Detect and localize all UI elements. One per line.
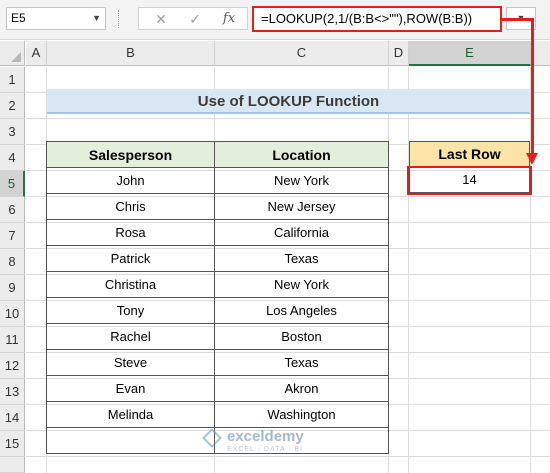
salesperson-cell[interactable] (46, 427, 215, 454)
column-header-d[interactable]: D (389, 41, 409, 66)
row-header-14[interactable]: 14 (0, 405, 25, 431)
column-header-b[interactable]: B (47, 41, 215, 66)
location-cell[interactable]: Los Angeles (214, 297, 389, 324)
active-cell-highlight (407, 166, 532, 195)
column-header-c[interactable]: C (215, 41, 389, 66)
insert-function-icon[interactable]: fx (217, 9, 241, 29)
enter-icon[interactable]: ✓ (183, 9, 207, 29)
location-cell[interactable]: New Jersey (214, 193, 389, 220)
row-header-9[interactable]: 9 (0, 275, 25, 301)
table-row: Rosa California (46, 219, 389, 246)
row-header-3[interactable]: 3 (0, 119, 25, 145)
row-header-6[interactable]: 6 (0, 197, 25, 223)
row-header-12[interactable]: 12 (0, 353, 25, 379)
gridline (408, 67, 409, 473)
table-row: Melinda Washington (46, 401, 389, 428)
formula-bar: E5 ▼ ✕ ✓ fx =LOOKUP(2,1/(B:B<>""),ROW(B:… (0, 0, 550, 40)
watermark-tagline: EXCEL · DATA · BI (227, 446, 303, 453)
row-header-5[interactable]: 5 (0, 171, 25, 197)
location-cell[interactable]: Washington (214, 401, 389, 428)
name-box[interactable]: E5 ▼ (6, 7, 106, 30)
table-row: Tony Los Angeles (46, 297, 389, 324)
location-cell[interactable]: Boston (214, 323, 389, 350)
salesperson-cell[interactable]: Rachel (46, 323, 215, 350)
salesperson-cell[interactable]: Christina (46, 271, 215, 298)
row-header-7[interactable]: 7 (0, 223, 25, 249)
salesperson-cell[interactable]: Tony (46, 297, 215, 324)
row-header-8[interactable]: 8 (0, 249, 25, 275)
table-row: Chris New Jersey (46, 193, 389, 220)
annotation-arrow-head-icon (526, 153, 538, 165)
location-cell[interactable]: California (214, 219, 389, 246)
table-row: Christina New York (46, 271, 389, 298)
table-row: Rachel Boston (46, 323, 389, 350)
table-header-row: Salesperson Location (46, 141, 389, 168)
watermark-name: exceldemy (227, 428, 304, 445)
row-header-10[interactable]: 10 (0, 301, 25, 327)
name-box-dropdown-icon[interactable]: ▼ (92, 8, 101, 29)
location-cell[interactable]: Akron (214, 375, 389, 402)
row-header-15[interactable]: 15 (0, 431, 25, 457)
name-box-value: E5 (11, 11, 26, 25)
location-cell[interactable]: Texas (214, 349, 389, 376)
annotation-arrow-line (531, 19, 534, 159)
salesperson-cell[interactable]: Patrick (46, 245, 215, 272)
salesperson-cell[interactable]: Melinda (46, 401, 215, 428)
salesperson-cell[interactable]: John (46, 167, 215, 194)
annotation-arrow-line (500, 18, 534, 21)
select-all-button[interactable] (0, 41, 25, 66)
location-cell[interactable]: New York (214, 271, 389, 298)
sheet-title[interactable]: Use of LOOKUP Function (47, 89, 530, 114)
table-row: Evan Akron (46, 375, 389, 402)
row-header-4[interactable]: 4 (0, 145, 25, 171)
location-cell[interactable]: Texas (214, 245, 389, 272)
row-header-2[interactable]: 2 (0, 93, 25, 119)
exceldemy-logo-icon (202, 428, 222, 448)
salesperson-cell[interactable]: Evan (46, 375, 215, 402)
column-header-e[interactable]: E (409, 41, 531, 66)
row-header-16[interactable] (0, 457, 25, 473)
watermark: exceldemy EXCEL · DATA · BI (202, 428, 355, 464)
table-row: John New York (46, 167, 389, 194)
salesperson-cell[interactable]: Steve (46, 349, 215, 376)
formula-input[interactable]: =LOOKUP(2,1/(B:B<>""),ROW(B:B)) (252, 6, 502, 32)
salesperson-cell[interactable]: Rosa (46, 219, 215, 246)
location-cell[interactable]: New York (214, 167, 389, 194)
cancel-icon[interactable]: ✕ (149, 9, 173, 29)
salesperson-cell[interactable]: Chris (46, 193, 215, 220)
column-header-a[interactable]: A (26, 41, 47, 66)
gridline (26, 118, 550, 119)
row-header-11[interactable]: 11 (0, 327, 25, 353)
formula-bar-separator (118, 10, 120, 28)
salesperson-table: Salesperson Location John New York Chris… (46, 141, 389, 454)
last-row-header[interactable]: Last Row (409, 141, 530, 167)
row-header-13[interactable]: 13 (0, 379, 25, 405)
header-salesperson[interactable]: Salesperson (46, 141, 215, 168)
row-header-1[interactable]: 1 (0, 67, 25, 93)
table-row: Patrick Texas (46, 245, 389, 272)
formula-buttons: ✕ ✓ fx (138, 7, 248, 30)
header-location[interactable]: Location (214, 141, 389, 168)
table-row: Steve Texas (46, 349, 389, 376)
